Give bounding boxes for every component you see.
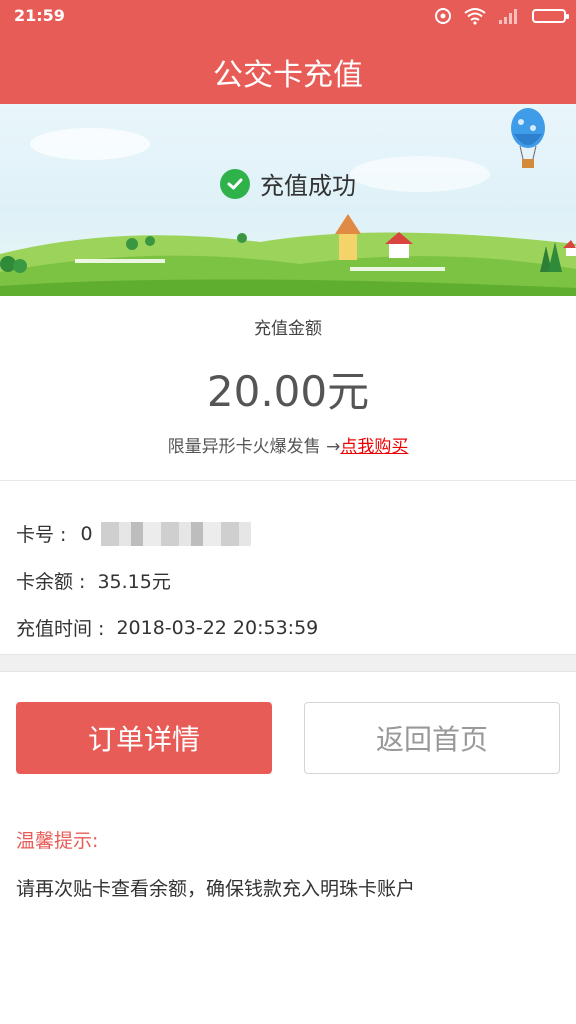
tips-body: 请再次贴卡查看余额，确保钱款充入明珠卡账户: [16, 878, 416, 900]
balance-label: 卡余额 :: [16, 571, 86, 593]
balance-value: 35.15元: [97, 571, 171, 593]
check-circle-icon: [220, 168, 250, 199]
signal-icon: [499, 9, 517, 24]
card-number-redacted: [100, 521, 251, 546]
tips-title: 温馨提示:: [16, 830, 99, 852]
hotspot-icon: [435, 8, 451, 24]
recharge-time-label: 充值时间 :: [16, 618, 105, 640]
order-detail-button[interactable]: 订单详情: [16, 702, 272, 774]
status-bar: 21:59: [0, 0, 576, 32]
divider: [0, 480, 576, 481]
balance-row: 卡余额 : 35.15元: [16, 557, 318, 604]
amount-label: 充值金额: [254, 319, 322, 339]
recharge-time-value: 2018-03-22 20:53:59: [116, 616, 319, 639]
card-number-row: 卡号 : 0: [16, 510, 318, 557]
success-message: 充值成功: [0, 166, 576, 201]
status-time: 21:59: [14, 6, 65, 25]
recharge-time-row: 充值时间 : 2018-03-22 20:53:59: [16, 604, 318, 651]
promo-line: 限量异形卡火爆发售 →点我购买: [0, 432, 576, 457]
card-number-value: 0: [80, 522, 93, 545]
card-number-label: 卡号 :: [16, 524, 67, 546]
success-text: 充值成功: [260, 172, 356, 200]
card-info: 卡号 : 0 卡余额 : 35.15元 充值时间 : 2018-03-22 20…: [16, 510, 318, 651]
battery-icon: [532, 9, 569, 23]
promo-text: 限量异形卡火爆发售 →: [167, 437, 341, 457]
app-bar: 公交卡充值: [0, 32, 576, 104]
success-banner: 充值成功: [0, 104, 576, 296]
page-title: 公交卡充值: [213, 58, 363, 93]
section-separator: [0, 654, 576, 672]
back-home-button[interactable]: 返回首页: [304, 702, 560, 774]
buy-now-link[interactable]: 点我购买: [340, 437, 408, 457]
wifi-icon: [464, 8, 486, 25]
status-icons: [434, 5, 569, 27]
amount-value: 20.00元: [206, 367, 370, 416]
